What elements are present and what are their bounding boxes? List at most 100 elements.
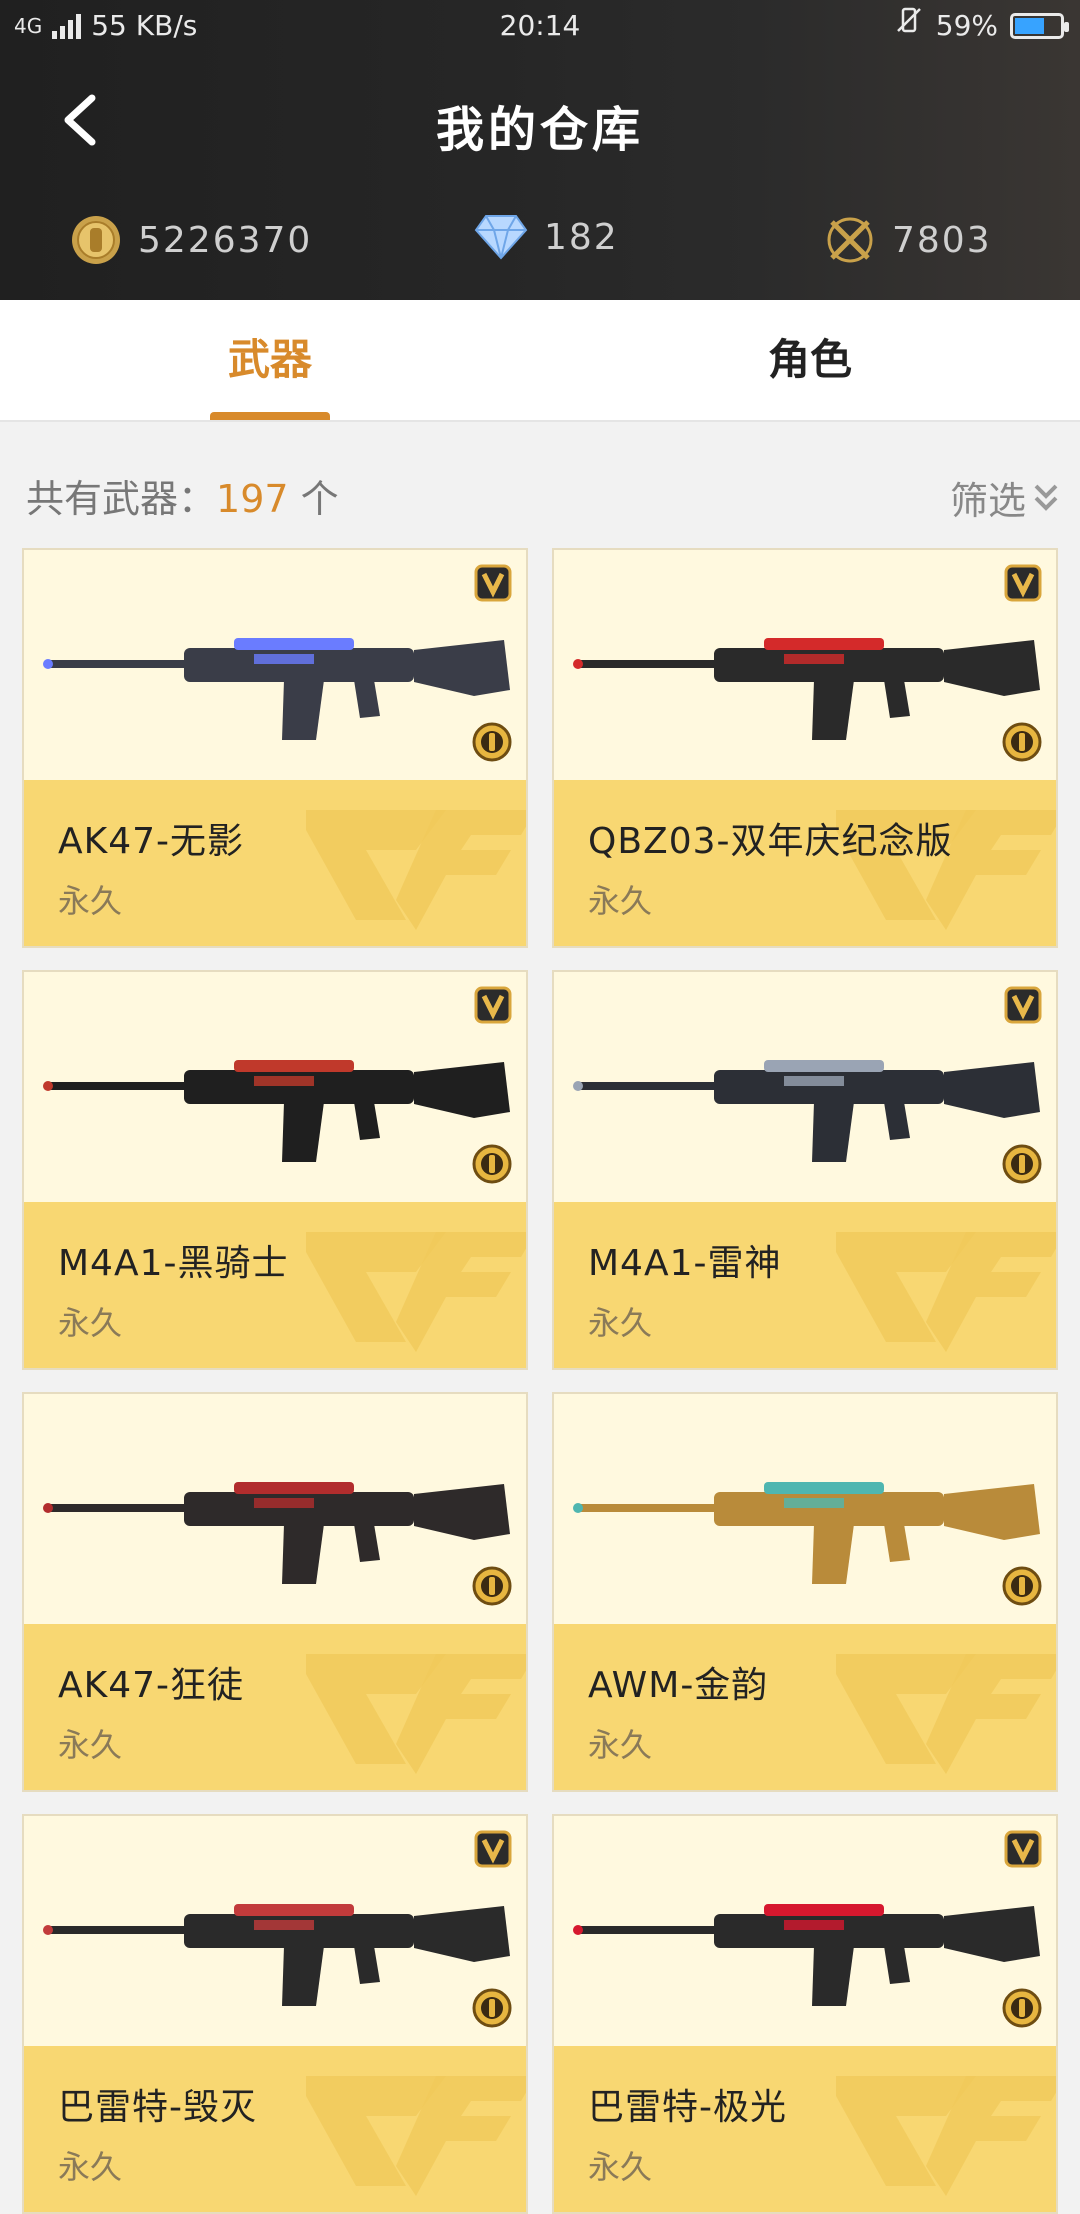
diamond-value: 182 [544, 216, 619, 258]
weapon-image [43, 1904, 510, 2006]
tab-underline [210, 412, 330, 420]
weapon-image [573, 1060, 1040, 1162]
coin-badge-icon [1002, 722, 1042, 762]
tab-roles-label: 角色 [767, 335, 852, 384]
currency-gold: 5226370 [70, 214, 312, 266]
weapon-image-area [24, 972, 526, 1202]
weapon-card[interactable]: 巴雷特-极光 永久 [552, 1814, 1058, 2214]
weapon-name: 巴雷特-毁灭 [58, 2087, 257, 2128]
filter-button[interactable]: 筛选 [950, 470, 1060, 525]
weapon-duration: 永久 [58, 2148, 123, 2186]
weapon-duration: 永久 [588, 2148, 653, 2186]
weapon-image-area [554, 1816, 1056, 2046]
coin-badge-icon [472, 1566, 512, 1606]
cf-watermark [836, 2076, 1056, 2196]
weapon-duration: 永久 [588, 1304, 653, 1342]
weapon-name: QBZ03-双年庆纪念版 [588, 821, 953, 862]
cf-watermark [306, 2076, 526, 2196]
vip-badge-icon [1004, 1830, 1042, 1868]
weapon-image [43, 638, 510, 740]
weapon-info: QBZ03-双年庆纪念版 永久 [554, 780, 1056, 946]
weapon-info: AWM-金韵 永久 [554, 1624, 1056, 1790]
cf-watermark [836, 1232, 1056, 1352]
weapon-name: M4A1-雷神 [588, 1243, 782, 1284]
header: 4G 55 KB/s 20:14 59% 我的仓库 5226370 182 78… [0, 0, 1080, 300]
battery-icon [1010, 13, 1069, 39]
title-bar: 我的仓库 [0, 52, 1080, 188]
weapon-info: 巴雷特-极光 永久 [554, 2046, 1056, 2212]
coin-badge-icon [1002, 1988, 1042, 2028]
weapon-image-area [554, 1394, 1056, 1624]
weapon-info: 巴雷特-毁灭 永久 [24, 2046, 526, 2212]
weapon-card[interactable]: QBZ03-双年庆纪念版 永久 [552, 548, 1058, 948]
summary-bar: 共有武器：197 个 筛选 [0, 460, 1080, 530]
page-title: 我的仓库 [435, 102, 644, 158]
cf-watermark [306, 1232, 526, 1352]
weapon-card[interactable]: M4A1-黑骑士 永久 [22, 970, 528, 1370]
currency-diamond: 182 [474, 214, 619, 260]
weapon-name: AWM-金韵 [588, 1665, 769, 1706]
currency-crossfire: 7803 [824, 214, 992, 266]
status-bar: 4G 55 KB/s 20:14 59% [0, 0, 1080, 52]
weapon-name: 巴雷特-极光 [588, 2087, 787, 2128]
crossed-guns-icon [827, 217, 873, 263]
tab-roles[interactable]: 角色 [540, 300, 1080, 420]
currency-row: 5226370 182 7803 [0, 188, 1080, 300]
vip-badge-icon [1004, 564, 1042, 602]
weapon-name: AK47-狂徒 [58, 1665, 245, 1706]
weapon-image-area [24, 550, 526, 780]
weapon-info: M4A1-雷神 永久 [554, 1202, 1056, 1368]
weapon-card[interactable]: M4A1-雷神 永久 [552, 970, 1058, 1370]
vip-badge-icon [474, 1830, 512, 1868]
weapon-info: M4A1-黑骑士 永久 [24, 1202, 526, 1368]
tab-weapons-label: 武器 [227, 335, 312, 384]
coin-badge-icon [472, 1144, 512, 1184]
weapon-image-area [24, 1394, 526, 1624]
weapon-count: 共有武器：197 个 [26, 468, 339, 523]
weapon-duration: 永久 [588, 1726, 653, 1764]
weapon-info: AK47-无影 永久 [24, 780, 526, 946]
cf-watermark [306, 810, 526, 930]
coin-badge-icon [1002, 1566, 1042, 1606]
weapon-image [43, 1482, 510, 1584]
weapon-card[interactable]: 巴雷特-毁灭 永久 [22, 1814, 528, 2214]
weapon-image [573, 1904, 1040, 2006]
weapon-image [43, 1060, 510, 1162]
weapon-duration: 永久 [58, 1304, 123, 1342]
weapon-name: M4A1-黑骑士 [58, 1243, 289, 1284]
tab-bar: 武器 角色 [0, 300, 1080, 422]
count-number: 197 [216, 477, 289, 521]
vip-badge-icon [474, 564, 512, 602]
weapon-duration: 永久 [588, 882, 653, 920]
count-prefix: 共有武器： [26, 477, 217, 521]
gold-coin-icon [72, 216, 120, 264]
weapon-card[interactable]: AK47-无影 永久 [22, 548, 528, 948]
cf-watermark [836, 1654, 1056, 1774]
weapon-image-area [554, 972, 1056, 1202]
tab-weapons[interactable]: 武器 [0, 300, 540, 420]
weapon-image-area [24, 1816, 526, 2046]
double-chevron-down-icon [1034, 484, 1058, 511]
clock: 20:14 [499, 9, 581, 42]
crossfire-value: 7803 [892, 219, 992, 261]
battery-percent: 59% [935, 9, 998, 42]
weapon-duration: 永久 [58, 1726, 123, 1764]
diamond-icon [474, 215, 528, 260]
count-suffix: 个 [288, 477, 339, 521]
weapon-info: AK47-狂徒 永久 [24, 1624, 526, 1790]
mute-vibrate-icon [894, 0, 924, 52]
weapon-image [573, 638, 1040, 740]
vip-badge-icon [474, 986, 512, 1024]
coin-badge-icon [1002, 1144, 1042, 1184]
coin-badge-icon [472, 722, 512, 762]
vip-badge-icon [1004, 986, 1042, 1024]
weapon-card[interactable]: AWM-金韵 永久 [552, 1392, 1058, 1792]
coin-badge-icon [472, 1988, 512, 2028]
weapon-image [573, 1482, 1040, 1584]
filter-label: 筛选 [949, 479, 1026, 523]
weapon-card[interactable]: AK47-狂徒 永久 [22, 1392, 528, 1792]
weapon-image-area [554, 550, 1056, 780]
weapon-duration: 永久 [58, 882, 123, 920]
cf-watermark [306, 1654, 526, 1774]
gold-value: 5226370 [138, 219, 313, 261]
